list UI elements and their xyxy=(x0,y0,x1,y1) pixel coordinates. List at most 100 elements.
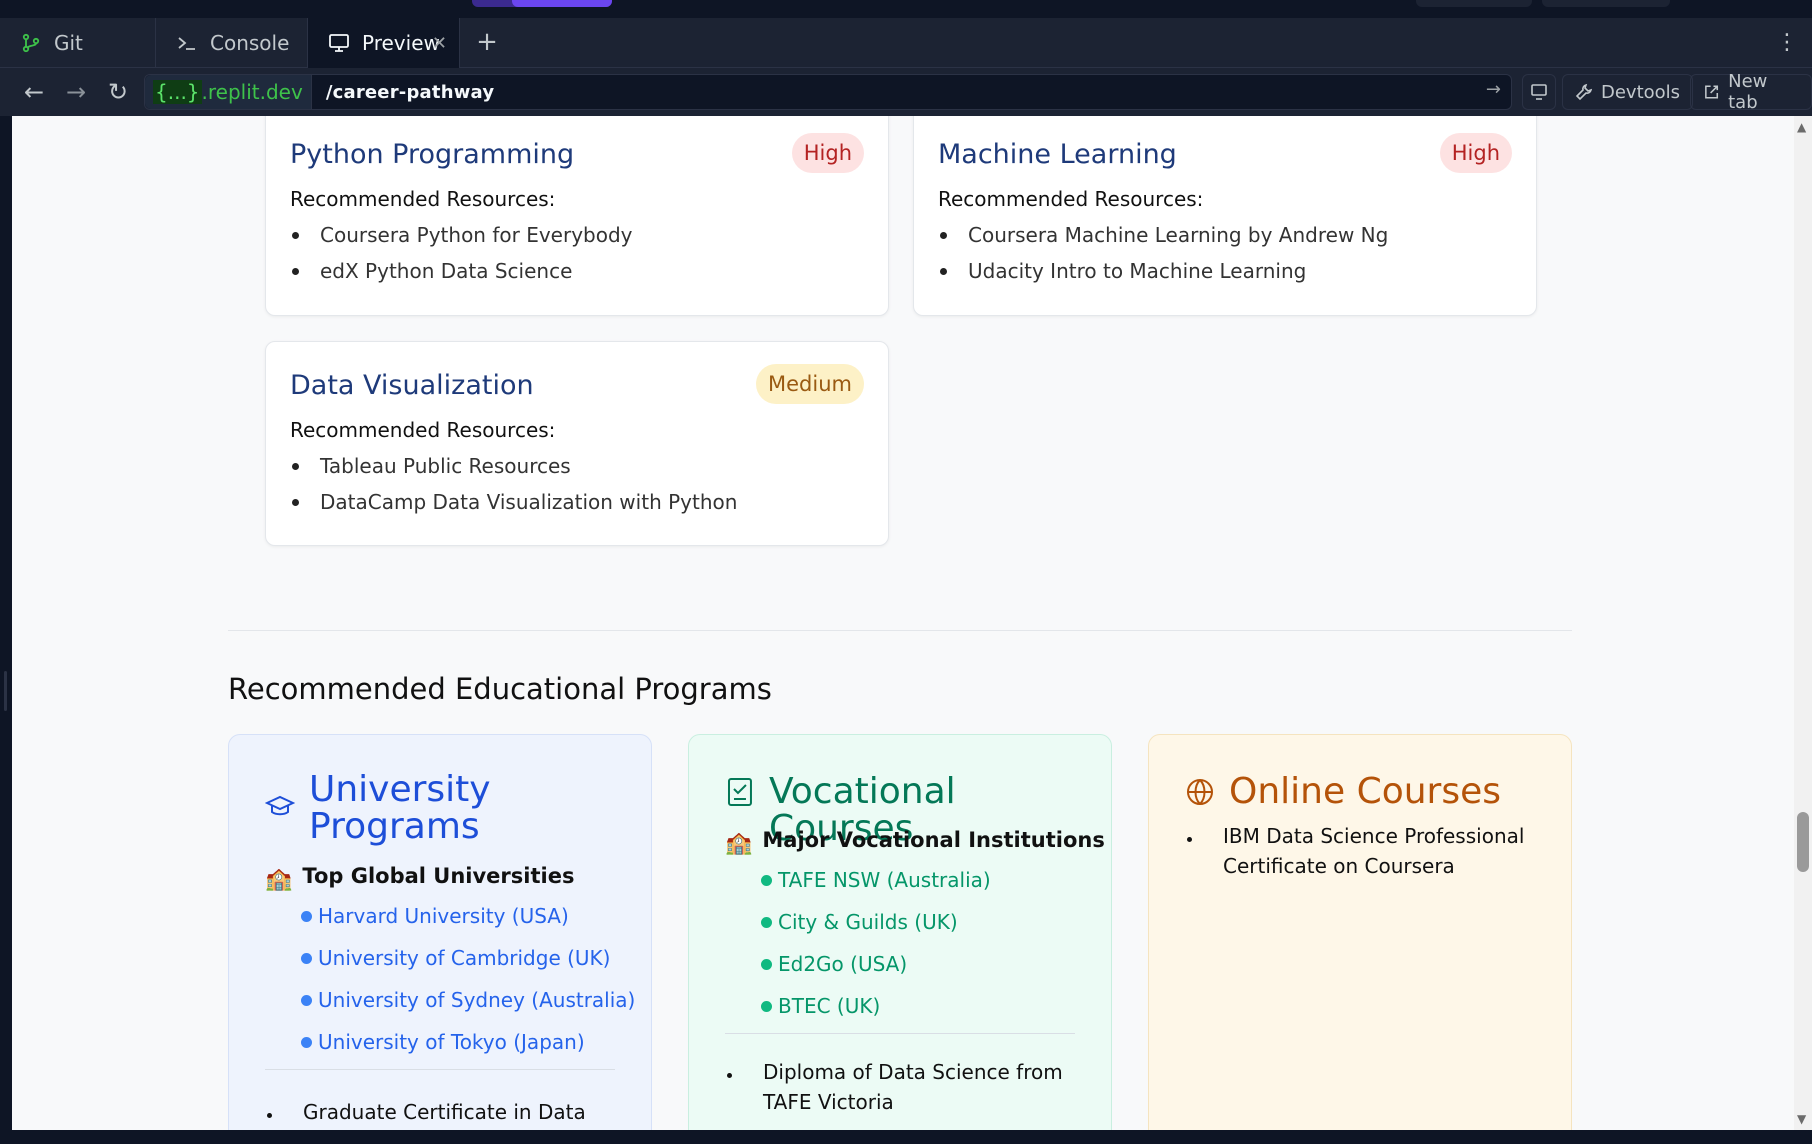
device-icon xyxy=(1531,84,1547,100)
window-bottom-bar xyxy=(0,1130,1812,1144)
institution-item[interactable]: Ed2Go (USA) xyxy=(761,943,991,985)
subheading-label: Major Vocational Institutions xyxy=(762,827,1105,852)
skill-card: Data Visualization Medium Recommended Re… xyxy=(265,341,889,546)
tab-preview[interactable]: Preview ✕ xyxy=(308,18,460,68)
program-item: IBM Data Science Professional Certificat… xyxy=(1185,821,1545,881)
address-bar: ← → ↻ {...} .replit.dev /career-pathway … xyxy=(0,68,1812,116)
url-domain-braces: {...} xyxy=(153,80,202,104)
resources-list: Tableau Public Resources DataCamp Data V… xyxy=(290,448,737,520)
institution-item[interactable]: City & Guilds (UK) xyxy=(761,901,991,943)
school-icon: 🏫 xyxy=(725,831,753,856)
close-icon[interactable]: ✕ xyxy=(432,33,447,54)
go-arrow-icon[interactable]: → xyxy=(1486,79,1501,100)
graduation-cap-icon xyxy=(265,795,295,816)
university-programs-card: University Programs 🏫 Top Global Univers… xyxy=(228,734,652,1130)
resource-item: Coursera Python for Everybody xyxy=(290,217,633,253)
tab-git[interactable]: Git xyxy=(0,18,156,68)
external-link-icon xyxy=(1705,85,1719,99)
resources-list: Coursera Machine Learning by Andrew Ng U… xyxy=(938,217,1388,289)
card-subheading: 🏫 Top Global Universities xyxy=(265,859,575,893)
more-options-icon[interactable]: ⋮ xyxy=(1776,30,1798,56)
git-branch-icon xyxy=(22,33,40,53)
card-subheading: 🏫 Major Vocational Institutions xyxy=(725,823,1105,857)
scroll-up-icon[interactable]: ▲ xyxy=(1797,120,1806,134)
subheading-label: Top Global Universities xyxy=(302,863,575,888)
priority-badge: High xyxy=(791,133,864,173)
institution-item[interactable]: University of Sydney (Australia) xyxy=(301,979,635,1021)
window-top-strip xyxy=(0,0,1812,18)
card-header: University Programs xyxy=(265,771,539,845)
bullet-dot xyxy=(301,1036,312,1048)
tab-label: Git xyxy=(54,31,83,55)
bullet-dot xyxy=(761,916,772,928)
checklist-icon xyxy=(727,778,752,806)
url-field[interactable]: {...} .replit.dev /career-pathway → xyxy=(144,74,1512,110)
bullet-dot xyxy=(761,958,772,970)
skill-title: Data Visualization xyxy=(290,370,534,401)
wrench-icon xyxy=(1575,83,1593,101)
scroll-thumb[interactable] xyxy=(1797,812,1809,872)
skill-card: Machine Learning High Recommended Resour… xyxy=(913,116,1537,316)
url-domain-name: .replit.dev xyxy=(201,80,303,104)
priority-badge: Medium xyxy=(756,364,864,404)
monitor-icon xyxy=(329,34,349,52)
bullet-dot xyxy=(301,994,312,1006)
card-divider xyxy=(265,1069,615,1070)
resources-list: Coursera Python for Everybody edX Python… xyxy=(290,217,633,289)
reload-icon[interactable]: ↻ xyxy=(102,76,134,108)
top-button[interactable] xyxy=(1416,0,1532,7)
school-icon: 🏫 xyxy=(265,867,293,892)
institution-item[interactable]: University of Tokyo (Japan) xyxy=(301,1021,635,1063)
bullet-dot xyxy=(761,874,772,886)
institution-list: TAFE NSW (Australia) City & Guilds (UK) … xyxy=(761,859,991,1027)
bullet-dot xyxy=(301,952,312,964)
tab-label: Console xyxy=(210,31,290,55)
resources-label: Recommended Resources: xyxy=(938,187,1204,211)
program-item: Diploma of Data Science from TAFE Victor… xyxy=(725,1057,1085,1117)
institution-item[interactable]: University of Cambridge (UK) xyxy=(301,937,635,979)
tab-console[interactable]: Console xyxy=(156,18,308,68)
scroll-down-icon[interactable]: ▼ xyxy=(1797,1112,1806,1126)
resource-item: edX Python Data Science xyxy=(290,253,633,289)
vertical-scrollbar[interactable]: ▲ ▼ xyxy=(1794,116,1812,1130)
bullet-dot xyxy=(761,1000,772,1012)
globe-icon xyxy=(1187,779,1213,805)
resource-item: DataCamp Data Visualization with Python xyxy=(290,484,737,520)
add-tab-button[interactable]: + xyxy=(472,28,502,58)
new-tab-label: New tab xyxy=(1728,71,1768,113)
back-arrow-icon[interactable]: ← xyxy=(18,76,50,108)
card-title: University Programs xyxy=(309,769,491,847)
tab-label: Preview xyxy=(362,31,440,55)
devtools-button[interactable]: Devtools xyxy=(1562,74,1694,110)
terminal-icon xyxy=(178,37,195,50)
tab-bar: Git Console Preview ✕ + ⋮ xyxy=(0,18,1812,68)
skill-title: Python Programming xyxy=(290,139,575,170)
resources-label: Recommended Resources: xyxy=(290,187,556,211)
section-divider xyxy=(228,630,1572,631)
new-tab-button[interactable]: New tab xyxy=(1690,71,1812,113)
institution-item[interactable]: TAFE NSW (Australia) xyxy=(761,859,991,901)
institution-item[interactable]: Harvard University (USA) xyxy=(301,895,635,937)
forward-arrow-icon[interactable]: → xyxy=(60,76,92,108)
program-item: Graduate Certificate in Data xyxy=(265,1097,625,1127)
top-indicator-accent xyxy=(512,0,612,7)
card-header: Online Courses xyxy=(1185,773,1501,810)
screen-icon[interactable] xyxy=(1522,74,1556,110)
vocational-courses-card: Vocational Courses 🏫 Major Vocational In… xyxy=(688,734,1112,1130)
priority-badge: High xyxy=(1439,133,1512,173)
resources-label: Recommended Resources: xyxy=(290,418,556,442)
resize-handle[interactable] xyxy=(4,671,7,711)
top-button[interactable] xyxy=(1542,0,1670,7)
resource-item: Tableau Public Resources xyxy=(290,448,737,484)
online-courses-card: Online Courses IBM Data Science Professi… xyxy=(1148,734,1572,1130)
skill-card: Python Programming High Recommended Reso… xyxy=(265,116,889,316)
left-rail xyxy=(0,116,12,1130)
preview-viewport: Python Programming High Recommended Reso… xyxy=(12,116,1794,1130)
skill-title: Machine Learning xyxy=(938,139,1177,170)
card-title: Online Courses xyxy=(1229,771,1502,812)
section-title: Recommended Educational Programs xyxy=(228,672,772,706)
resource-item: Coursera Machine Learning by Andrew Ng xyxy=(938,217,1388,253)
resource-item: Udacity Intro to Machine Learning xyxy=(938,253,1388,289)
bullet-dot xyxy=(301,910,312,922)
institution-item[interactable]: BTEC (UK) xyxy=(761,985,991,1027)
